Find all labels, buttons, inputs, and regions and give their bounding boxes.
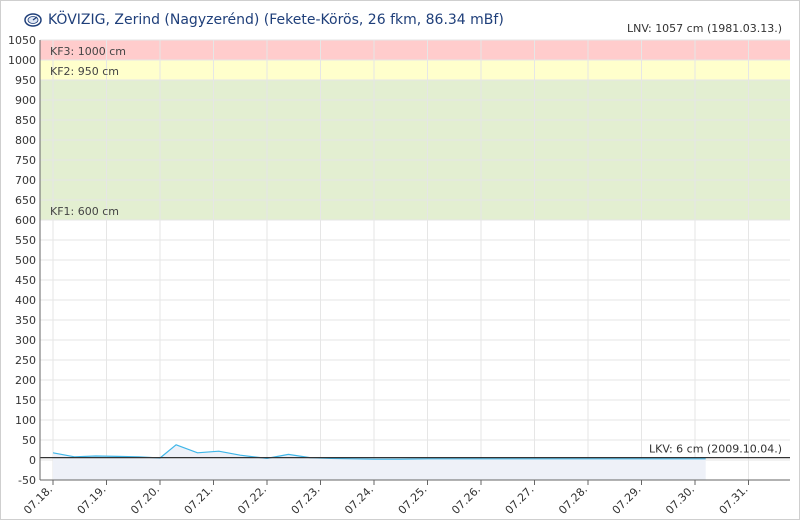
x-tick-label: 07.24.	[342, 483, 376, 517]
reference-line-label: LNV: 1057 cm (1981.03.13.)	[627, 22, 782, 35]
x-tick-label: 07.31.	[717, 483, 751, 517]
threshold-band-label: KF1: 600 cm	[50, 205, 119, 218]
x-tick-label: 07.27.	[503, 483, 537, 517]
x-tick-label: 07.23.	[289, 483, 323, 517]
y-tick-label: 100	[15, 414, 36, 427]
threshold-band-1	[40, 40, 790, 60]
y-tick-label: 350	[15, 314, 36, 327]
y-tick-label: 250	[15, 354, 36, 367]
y-tick-label: 200	[15, 374, 36, 387]
threshold-band-3	[40, 80, 790, 220]
y-tick-label: 150	[15, 394, 36, 407]
y-tick-label: 950	[15, 74, 36, 87]
y-tick-label: 0	[29, 454, 36, 467]
y-tick-label: 900	[15, 94, 36, 107]
x-tick-label: 07.18.	[21, 483, 55, 517]
y-tick-label: 850	[15, 114, 36, 127]
x-tick-label: 07.28.	[556, 483, 590, 517]
x-tick-label: 07.21.	[182, 483, 216, 517]
reference-line-label: LKV: 6 cm (2009.10.04.)	[649, 443, 782, 456]
threshold-band-label: KF2: 950 cm	[50, 65, 119, 78]
y-tick-label: 450	[15, 274, 36, 287]
y-tick-label: 800	[15, 134, 36, 147]
x-tick-label: 07.29.	[610, 483, 644, 517]
y-tick-label: 500	[15, 254, 36, 267]
y-tick-label: 550	[15, 234, 36, 247]
y-tick-label: 700	[15, 174, 36, 187]
x-tick-label: 07.19.	[75, 483, 109, 517]
x-tick-label: 07.26.	[449, 483, 483, 517]
y-tick-label: 400	[15, 294, 36, 307]
y-tick-label: 1050	[8, 34, 36, 47]
x-tick-label: 07.22.	[235, 483, 269, 517]
water-level-chart: KF3: 1000 cm KF2: 950 cm KF1: 600 cm LNV: 1…	[8, 22, 790, 517]
x-tick-label: 07.20.	[128, 483, 162, 517]
threshold-band-label: KF3: 1000 cm	[50, 45, 126, 58]
x-tick-label: 07.30.	[663, 483, 697, 517]
threshold-band-2	[40, 60, 790, 80]
series-area	[53, 460, 706, 480]
y-tick-label: 300	[15, 334, 36, 347]
y-tick-label: -50	[18, 474, 36, 487]
y-tick-label: 650	[15, 194, 36, 207]
y-tick-label: 600	[15, 214, 36, 227]
y-tick-label: 50	[22, 434, 36, 447]
y-tick-label: 1000	[8, 54, 36, 67]
x-tick-label: 07.25.	[396, 483, 430, 517]
y-tick-label: 750	[15, 154, 36, 167]
